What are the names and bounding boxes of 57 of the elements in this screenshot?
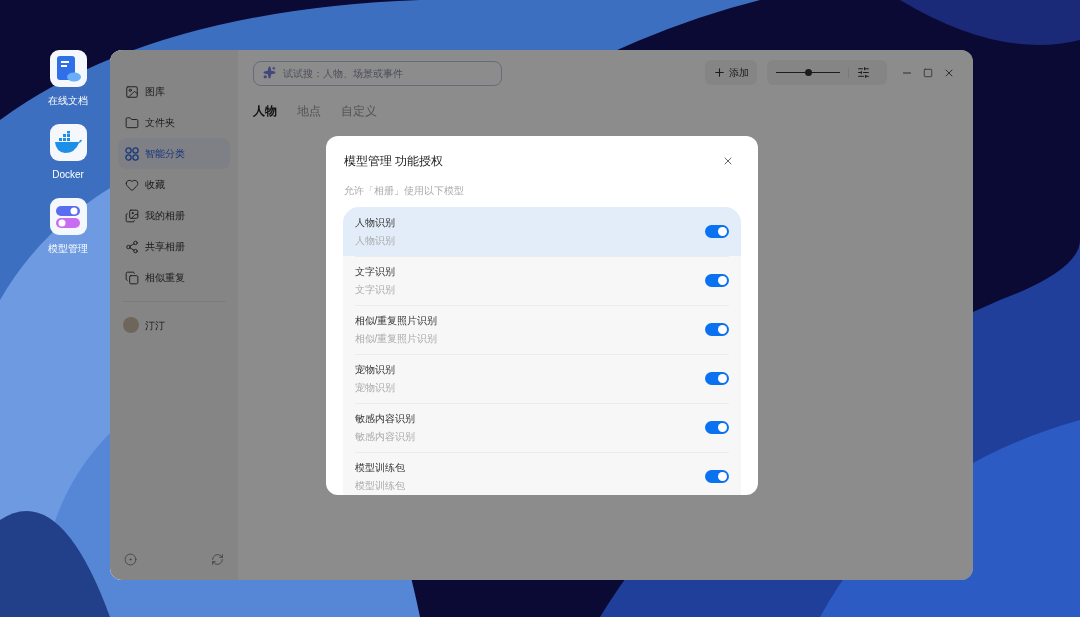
model-description: 敏感内容识别 [354, 429, 416, 444]
model-row[interactable]: 人物识别 人物识别 [342, 206, 741, 256]
add-button[interactable]: 添加 [705, 60, 757, 85]
dialog-title: 模型管理 功能授权 [343, 152, 443, 170]
model-description: 模型训练包 [354, 478, 406, 493]
desktop-app-icon[interactable] [49, 50, 87, 87]
sidebar-item[interactable]: 相似重复 [118, 262, 230, 293]
model-description: 文字识别 [354, 282, 396, 297]
model-description: 相似/重复照片识别 [354, 331, 439, 346]
model-name: 敏感内容识别 [354, 411, 416, 426]
zoom-slider[interactable] [776, 68, 840, 77]
model-name: 人物识别 [354, 215, 396, 230]
toggle-switch[interactable] [704, 371, 729, 385]
toggles-icon [55, 203, 81, 230]
model-name: 相似/重复照片识别 [354, 313, 439, 328]
album-icon [125, 208, 139, 223]
plus-icon [713, 66, 726, 79]
tab[interactable]: 人物 [253, 102, 277, 120]
model-row[interactable]: 敏感内容识别 敏感内容识别 [342, 402, 741, 452]
sidebar-item[interactable]: 我的相册 [118, 200, 230, 231]
share-icon [125, 239, 139, 254]
model-row[interactable]: 宠物识别 宠物识别 [342, 353, 741, 403]
toggle-switch[interactable] [704, 469, 729, 483]
model-name: 模型训练包 [354, 460, 406, 475]
maximize-icon[interactable] [923, 67, 933, 78]
sidebar-item[interactable]: 图库 [118, 76, 230, 107]
image-icon [125, 84, 139, 99]
sidebar-item[interactable]: 共享相册 [118, 231, 230, 262]
heart-icon [125, 177, 139, 192]
toggle-switch[interactable] [704, 420, 729, 434]
toggle-switch[interactable] [704, 322, 729, 336]
toggle-switch[interactable] [704, 273, 729, 287]
model-description: 人物识别 [354, 233, 396, 248]
sidebar-item[interactable]: 智能分类 [118, 138, 230, 169]
user-name: 汀汀 [145, 318, 165, 333]
refresh-icon[interactable] [211, 553, 224, 566]
model-row[interactable]: 模型训练包 模型训练包 [342, 451, 741, 495]
desktop-app-label: 模型管理 [48, 242, 88, 256]
model-row[interactable]: 文字识别 文字识别 [342, 255, 741, 305]
whale-icon [53, 130, 83, 155]
grid-icon [125, 146, 139, 161]
sidebar-item[interactable]: 文件夹 [118, 107, 230, 138]
model-name: 宠物识别 [354, 362, 396, 377]
dialog-subtitle: 允许「相册」使用以下模型 [342, 183, 465, 198]
model-name: 文字识别 [354, 264, 396, 279]
folder-icon [125, 115, 139, 130]
filter-settings-icon[interactable] [857, 66, 870, 79]
model-description: 宠物识别 [354, 380, 396, 395]
document-cloud-icon [55, 54, 81, 83]
toggle-switch[interactable] [704, 224, 729, 238]
sidebar-item[interactable]: 收藏 [118, 169, 230, 200]
desktop-app-label: 在线文档 [48, 94, 88, 108]
slider-thumb[interactable] [804, 69, 812, 76]
desktop-app-label: Docker [52, 168, 84, 182]
sparkle-icon [263, 66, 276, 79]
model-row[interactable]: 相似/重复照片识别 相似/重复照片识别 [342, 304, 741, 354]
duplicate-icon [125, 270, 139, 285]
